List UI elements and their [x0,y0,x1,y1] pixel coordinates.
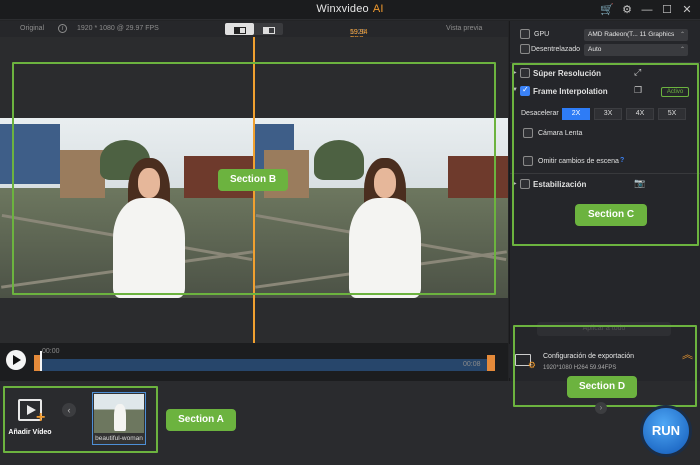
cart-icon[interactable]: 🛒 [600,3,614,17]
timeline: 00:00 00:08 [0,343,508,381]
split-view-icon[interactable] [225,23,254,35]
app-title: Winxvideo AI [316,3,384,15]
source-info: 1920 * 1080 @ 29.97 FPS [77,25,159,32]
gpu-select[interactable]: AMD Radeon(T... 11 Graphics [584,29,688,41]
close-icon[interactable]: ✕ [680,3,694,17]
maximize-icon[interactable]: ☐ [660,3,674,17]
deinterlace-checkbox[interactable] [520,44,530,54]
original-label: Original [20,25,45,32]
trim-end-handle[interactable] [487,355,495,371]
minimize-icon[interactable]: — [640,3,654,17]
play-button[interactable] [6,350,26,370]
run-button[interactable]: RUN [640,405,692,457]
app-window: Winxvideo AI 🛒 ⚙ — ☐ ✕ Original i 1920 * … [0,0,700,465]
timeline-track[interactable] [38,359,494,371]
preview-label: Vista previa [446,25,483,32]
section-a-frame [3,386,158,453]
gear-icon[interactable]: ⚙ [620,3,634,17]
compare-toggle[interactable] [225,23,283,35]
info-icon[interactable]: i [58,24,67,33]
time-start: 00:00 [42,348,60,355]
preview-stage: Section B [0,37,508,343]
section-c-label: Section C [575,204,647,226]
time-end: 00:08 [463,361,481,368]
section-b-label: Section B [218,169,288,191]
preview-header: Original i 1920 * 1080 @ 29.97 FPS 1920 … [0,21,508,57]
title-bar: Winxvideo AI 🛒 ⚙ — ☐ ✕ [0,0,700,20]
section-d-label: Section D [567,376,637,398]
side-by-side-icon[interactable] [254,23,283,35]
deinterlace-select[interactable]: Auto [584,44,688,56]
playhead[interactable] [40,351,42,371]
scroll-right-button[interactable]: › [595,402,607,414]
section-a-label: Section A [166,409,236,431]
gpu-checkbox[interactable] [520,29,530,39]
